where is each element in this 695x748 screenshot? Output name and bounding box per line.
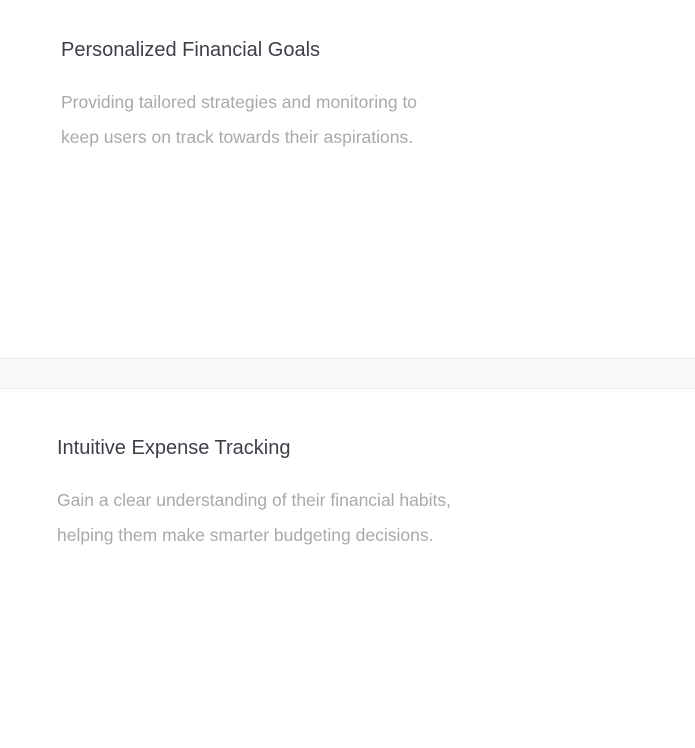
feature-description-line: Gain a clear understanding of their fina… <box>57 490 451 510</box>
feature-description: Providing tailored strategies and monito… <box>61 85 461 155</box>
feature-description-line: Providing tailored strategies and monito… <box>61 92 418 112</box>
section-divider <box>0 358 695 389</box>
feature-description-line: helping them make smarter budgeting deci… <box>57 525 434 545</box>
feature-title: Intuitive Expense Tracking <box>57 437 291 459</box>
feature-card-financial-goals: Personalized Financial Goals Providing t… <box>0 0 695 358</box>
feature-card-expense-tracking: Intuitive Expense Tracking Gain a clear … <box>0 389 695 748</box>
feature-description: Gain a clear understanding of their fina… <box>57 483 497 553</box>
feature-title: Personalized Financial Goals <box>61 39 321 61</box>
feature-description-line: keep users on track towards their aspira… <box>61 127 414 147</box>
